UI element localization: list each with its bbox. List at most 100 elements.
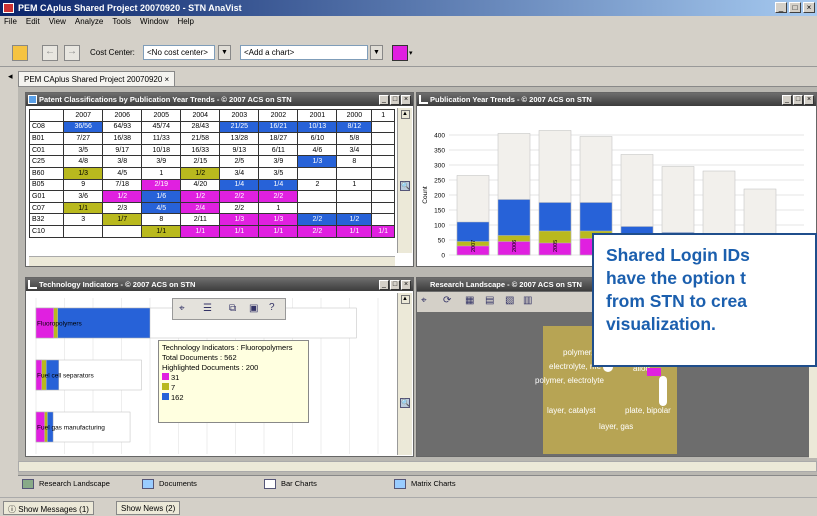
matrix-cell[interactable]: [336, 201, 373, 215]
print-icon[interactable]: ▣: [249, 303, 258, 314]
matrix-column-header[interactable]: 2007: [63, 109, 104, 122]
matrix-cell[interactable]: 28/43: [180, 120, 221, 134]
tab-documents[interactable]: Documents: [142, 479, 197, 491]
patent-minimize-button[interactable]: _: [379, 95, 389, 105]
matrix-row-header[interactable]: G01: [29, 190, 65, 203]
matrix-cell[interactable]: 18/27: [258, 132, 299, 145]
tech-minimize-button[interactable]: _: [379, 280, 389, 290]
matrix-cell[interactable]: 1/3: [219, 213, 260, 226]
matrix-column-header[interactable]: 2001: [297, 109, 338, 122]
matrix-cell[interactable]: 2/4: [180, 201, 221, 215]
matrix-cell[interactable]: [336, 166, 373, 180]
tech-close-button[interactable]: ×: [401, 280, 411, 290]
menu-analyze[interactable]: Analyze: [75, 17, 103, 26]
matrix-cell[interactable]: 1/1: [371, 224, 395, 238]
matrix-cell[interactable]: 21/58: [180, 132, 221, 145]
matrix-column-header[interactable]: 2006: [102, 109, 143, 122]
matrix-column-header[interactable]: 2004: [180, 109, 221, 122]
matrix-cell[interactable]: [63, 224, 104, 238]
matrix-cell[interactable]: 9/17: [102, 143, 143, 157]
matrix-cell[interactable]: 1/3: [63, 166, 104, 180]
matrix-column-header[interactable]: 2000: [336, 109, 373, 122]
panel-collapse-icon[interactable]: ◂: [8, 71, 13, 82]
patent-vertical-scrollbar[interactable]: ▲ 🔍: [397, 108, 412, 253]
matrix-cell[interactable]: 2/2: [219, 201, 260, 215]
grid-icon[interactable]: ▧: [505, 295, 514, 306]
matrix-cell[interactable]: 1/3: [258, 213, 299, 226]
matrix-cell[interactable]: [336, 190, 373, 203]
matrix-cell[interactable]: 1/1: [219, 224, 260, 238]
matrix-cell[interactable]: 16/38: [102, 132, 143, 145]
open-project-icon[interactable]: [12, 45, 28, 61]
matrix-cell[interactable]: [371, 155, 395, 168]
matrix-cell[interactable]: 8/12: [336, 120, 373, 134]
highlight-color-icon[interactable]: [392, 45, 408, 61]
matrix-cell[interactable]: 10/18: [141, 143, 182, 157]
matrix-row-header[interactable]: C10: [29, 224, 65, 238]
matrix-cell[interactable]: [297, 201, 338, 215]
matrix-cell[interactable]: 1/1: [63, 201, 104, 215]
zoom-icon[interactable]: 🔍: [400, 181, 410, 191]
matrix-cell[interactable]: 3/4: [336, 143, 373, 157]
matrix-cell[interactable]: 1: [336, 178, 373, 192]
main-horizontal-scrollbar[interactable]: [18, 461, 817, 472]
layers-icon[interactable]: ▤: [485, 295, 494, 306]
matrix-cell[interactable]: 4/8: [63, 155, 104, 168]
matrix-cell[interactable]: 64/93: [102, 120, 143, 134]
matrix-cell[interactable]: 6/11: [258, 143, 299, 157]
matrix-cell[interactable]: 3/6: [63, 190, 104, 203]
matrix-cell[interactable]: 4/6: [297, 143, 338, 157]
matrix-cell[interactable]: 1/1: [258, 224, 299, 238]
matrix-cell[interactable]: 1/2: [180, 166, 221, 180]
menu-help[interactable]: Help: [178, 17, 194, 26]
matrix-cell[interactable]: 3/9: [141, 155, 182, 168]
rotate-icon[interactable]: ⟳: [443, 295, 451, 306]
matrix-cell[interactable]: 2/11: [180, 213, 221, 226]
cost-center-dropdown-icon[interactable]: ▼: [218, 45, 231, 60]
matrix-cell[interactable]: 4/20: [180, 178, 221, 192]
matrix-column-header[interactable]: 2002: [258, 109, 299, 122]
matrix-cell[interactable]: 36/56: [63, 120, 104, 134]
matrix-cell[interactable]: 4/5: [141, 201, 182, 215]
matrix-cell[interactable]: 9/13: [219, 143, 260, 157]
matrix-row-header[interactable]: B60: [29, 166, 65, 180]
forward-arrow-icon[interactable]: →: [64, 45, 80, 61]
matrix-cell[interactable]: 3/9: [258, 155, 299, 168]
matrix-cell[interactable]: 3: [63, 213, 104, 226]
pub-maximize-button[interactable]: □: [793, 95, 803, 105]
matrix-cell[interactable]: 1/4: [258, 178, 299, 192]
matrix-cell[interactable]: 3/4: [219, 166, 260, 180]
matrix-cell[interactable]: 45/74: [141, 120, 182, 134]
matrix-cell[interactable]: 9: [63, 178, 104, 192]
matrix-cell[interactable]: [297, 166, 338, 180]
close-tab-icon[interactable]: ×: [165, 75, 170, 84]
matrix-cell[interactable]: 3/8: [102, 155, 143, 168]
select-icon[interactable]: ⌖: [179, 303, 185, 314]
copy-icon[interactable]: ⧉: [229, 303, 236, 314]
highlight-dropdown-icon[interactable]: ▾: [409, 49, 413, 57]
matrix-cell[interactable]: [371, 213, 395, 226]
map-icon[interactable]: ▦: [465, 295, 474, 306]
matrix-cell[interactable]: 2/5: [219, 155, 260, 168]
matrix-column-header[interactable]: 2003: [219, 109, 260, 122]
matrix-cell[interactable]: 2/2: [258, 190, 299, 203]
menu-window[interactable]: Window: [140, 17, 168, 26]
matrix-cell[interactable]: [102, 224, 143, 238]
matrix-cell[interactable]: 1/1: [180, 224, 221, 238]
options-icon[interactable]: ▥: [523, 295, 532, 306]
project-tab[interactable]: PEM CAplus Shared Project 20070920 ×: [18, 71, 176, 86]
matrix-cell[interactable]: 2: [297, 178, 338, 192]
matrix-cell[interactable]: 1/2: [180, 190, 221, 203]
matrix-cell[interactable]: 1/4: [219, 178, 260, 192]
matrix-cell[interactable]: [371, 120, 395, 134]
matrix-cell[interactable]: 6/10: [297, 132, 338, 145]
matrix-cell[interactable]: 2/2: [297, 224, 338, 238]
matrix-cell[interactable]: 16/33: [180, 143, 221, 157]
matrix-row-header[interactable]: C25: [29, 155, 65, 168]
matrix-cell[interactable]: [371, 190, 395, 203]
matrix-row-header[interactable]: B01: [29, 132, 65, 145]
matrix-cell[interactable]: [371, 132, 395, 145]
tab-matrix-charts[interactable]: Matrix Charts: [394, 479, 456, 491]
show-news-button[interactable]: Show News (2): [116, 501, 181, 515]
matrix-row-header[interactable]: B32: [29, 213, 65, 226]
